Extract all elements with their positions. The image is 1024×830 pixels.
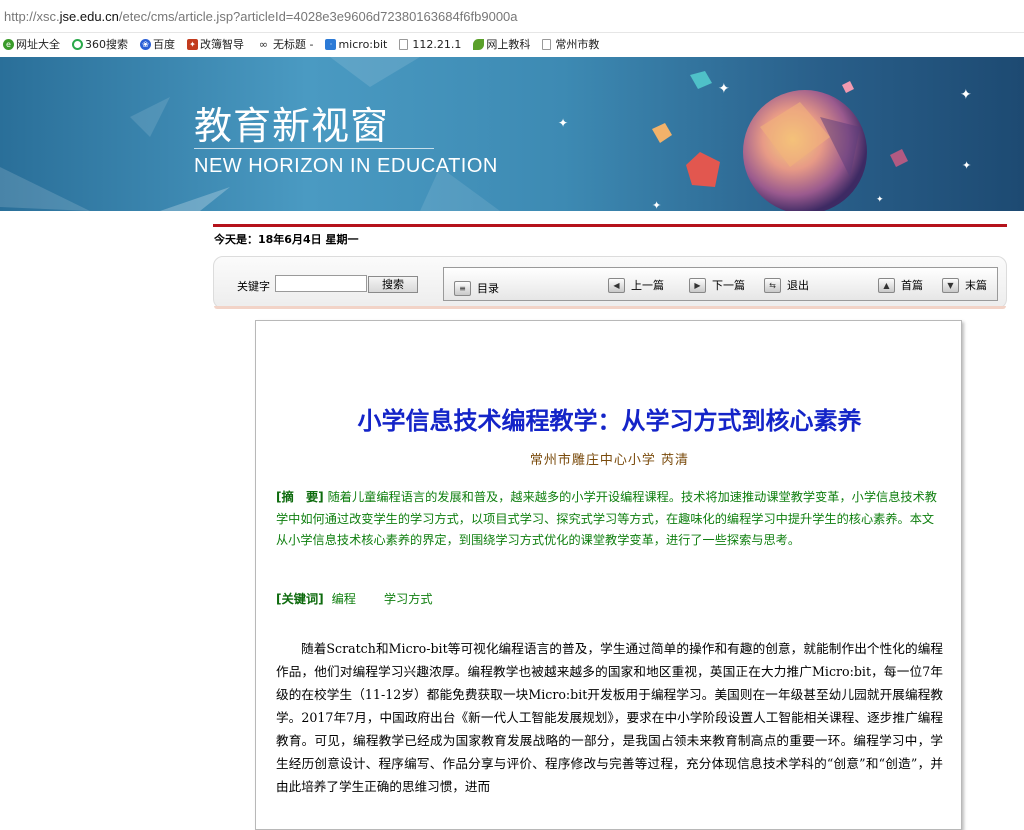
star-icon: ✦ <box>960 87 972 103</box>
abstract-text: 随着儿童编程语言的发展和普及，越来越多的小学开设编程课程。技术将加速推动课堂教学… <box>276 490 937 547</box>
bookmark-item[interactable]: ✦ 改簿智导 <box>184 36 244 52</box>
exit-button[interactable]: ⇆ 退出 <box>764 277 809 293</box>
bookmarks-bar: e 网址大全 360搜索 ❀ 百度 ✦ 改簿智导 ∞ 无标题 - · micro… <box>0 33 1024 55</box>
page-icon <box>399 38 409 50</box>
bookmark-label: 112.21.1 <box>412 37 462 51</box>
triangle-shape <box>0 167 90 211</box>
next-icon: ▶ <box>689 277 706 293</box>
keyword-item: 学习方式 <box>383 592 433 606</box>
url-domain: jse.edu.cn <box>59 8 119 24</box>
bookmark-item[interactable]: e 网址大全 <box>0 36 60 52</box>
exit-label: 退出 <box>787 279 809 292</box>
triangle-shape <box>160 187 230 211</box>
bookmark-item[interactable]: · micro:bit <box>322 38 387 51</box>
bookmark-label: 百度 <box>153 38 175 51</box>
bookmark-icon: ✦ <box>187 38 198 50</box>
gem-shape <box>652 123 672 143</box>
banner-divider <box>194 148 434 149</box>
bookmark-item[interactable]: 112.21.1 <box>396 38 461 51</box>
leaf-icon <box>473 38 485 50</box>
microbit-icon: · <box>325 38 337 50</box>
bookmark-label: 360搜索 <box>85 38 128 51</box>
article-toolbar: 关键字 搜索 ≡ 目录 ◀ 上一篇 ▶ 下一篇 ⇆ 退出 ▲ 首篇 ▼ 末篇 <box>213 256 1007 309</box>
last-button[interactable]: ▼ 末篇 <box>942 277 987 293</box>
bookmark-label: 常州市教 <box>555 38 600 51</box>
gem-shape <box>686 152 720 187</box>
last-label: 末篇 <box>965 279 987 292</box>
paw-icon: ❀ <box>140 38 151 50</box>
next-button[interactable]: ▶ 下一篇 <box>689 277 745 293</box>
prev-label: 上一篇 <box>631 279 664 292</box>
banner-decoration: ✦ ✦ ✦ ✦ ✦ ✦ <box>0 57 972 211</box>
globe-icon: e <box>3 38 14 50</box>
search-button[interactable]: 搜索 <box>368 276 418 293</box>
abstract-label: [摘 要] <box>276 490 324 504</box>
article-body: 随着Scratch和Micro-bit等可视化编程语言的普及，学生通过简单的操作… <box>276 641 943 794</box>
prev-button[interactable]: ◀ 上一篇 <box>608 277 664 293</box>
site-banner: ✦ ✦ ✦ ✦ ✦ ✦ 教育新视窗 NEW HORIZON IN EDUCATI… <box>0 57 1024 211</box>
page-icon <box>542 38 552 50</box>
keyword-label: 关键字 <box>237 280 270 293</box>
exit-icon: ⇆ <box>764 277 781 293</box>
keywords-label: [关键词] <box>276 592 324 606</box>
star-icon: ✦ <box>876 195 884 205</box>
star-icon: ✦ <box>962 159 971 172</box>
bookmark-label: micro:bit <box>338 37 388 51</box>
circle-icon <box>72 38 83 50</box>
url-prefix: http://xsc. <box>4 8 60 24</box>
last-icon: ▼ <box>942 277 959 293</box>
bookmark-label: 无标题 - <box>273 38 314 51</box>
star-icon: ✦ <box>652 199 661 211</box>
article-title: 小学信息技术编程教学：从学习方式到核心素养 <box>357 406 862 435</box>
catalog-button[interactable]: ≡ 目录 <box>454 280 499 296</box>
next-label: 下一篇 <box>712 279 745 292</box>
bookmark-item[interactable]: 网上教科 <box>470 36 530 52</box>
infinity-icon: ∞ <box>256 38 271 50</box>
keyword-input[interactable] <box>275 275 367 292</box>
bookmark-label: 网址大全 <box>16 38 60 51</box>
address-bar[interactable]: http://xsc. jse.edu.cn/etec/cms/article.j… <box>0 0 1024 33</box>
catalog-label: 目录 <box>477 282 499 295</box>
date-line: 今天是：18年6月4日 星期一 <box>214 233 359 246</box>
gem-shape <box>842 81 854 93</box>
star-icon: ✦ <box>558 116 568 130</box>
gem-shape <box>890 149 908 167</box>
gem-shape <box>690 71 712 89</box>
triangle-shape <box>130 97 170 137</box>
article-panel: 小学信息技术编程教学：从学习方式到核心素养 常州市雕庄中心小学 芮清 [摘 要]… <box>255 320 962 830</box>
bookmark-item[interactable]: 360搜索 <box>69 36 128 52</box>
keyword-item: 编程 <box>331 592 356 606</box>
article-nav: ≡ 目录 ◀ 上一篇 ▶ 下一篇 ⇆ 退出 ▲ 首篇 ▼ 末篇 <box>443 267 998 301</box>
bookmark-label: 网上教科 <box>486 38 531 51</box>
header-divider <box>213 224 1007 227</box>
banner-title: 教育新视窗 <box>194 104 390 148</box>
bookmark-item[interactable]: 常州市教 <box>539 36 599 52</box>
url-path: /etec/cms/article.jsp?articleId=4028e3e9… <box>118 8 518 24</box>
article-keywords: [关键词] 编程 学习方式 <box>276 589 944 607</box>
star-icon: ✦ <box>718 81 730 97</box>
article-abstract: [摘 要] 随着儿童编程语言的发展和普及，越来越多的小学开设编程课程。技术将加速… <box>276 487 944 552</box>
first-label: 首篇 <box>901 279 923 292</box>
prev-icon: ◀ <box>608 277 625 293</box>
first-icon: ▲ <box>878 277 895 293</box>
list-icon: ≡ <box>454 280 471 296</box>
bookmark-item[interactable]: ❀ 百度 <box>137 36 175 52</box>
article-author: 常州市雕庄中心小学 芮清 <box>529 453 690 468</box>
first-button[interactable]: ▲ 首篇 <box>878 277 923 293</box>
banner-subtitle: NEW HORIZON IN EDUCATION <box>194 155 498 177</box>
triangle-shape <box>330 57 420 87</box>
bookmark-label: 改簿智导 <box>200 38 244 51</box>
bookmark-item[interactable]: ∞ 无标题 - <box>253 36 313 52</box>
